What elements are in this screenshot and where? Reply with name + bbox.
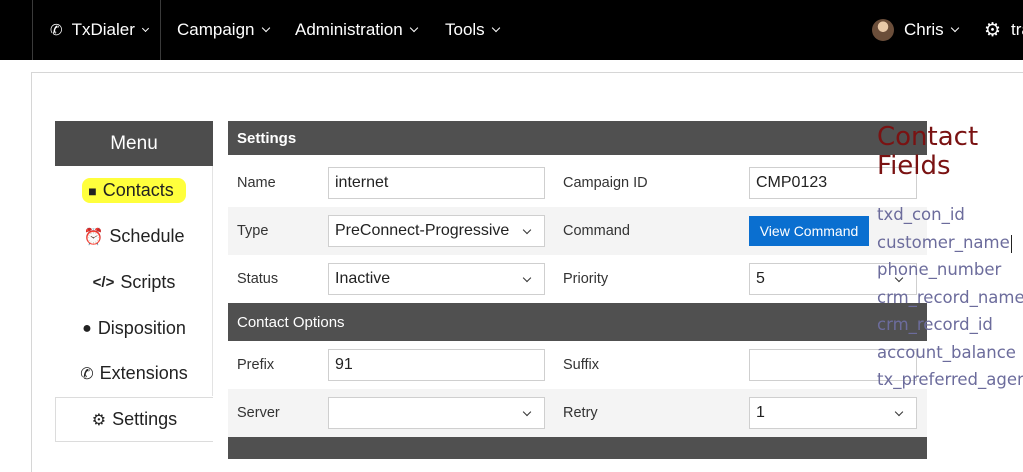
menu-item-disposition[interactable]: ● Disposition	[55, 306, 213, 351]
gear-icon: ⚙	[984, 19, 1002, 41]
highlight-mark: ■ Contacts	[82, 178, 186, 203]
status-label: Status	[237, 271, 279, 287]
menu-item-label: Contacts	[102, 180, 174, 200]
menu-item-contacts[interactable]: ■ Contacts	[55, 168, 213, 213]
user-name: Chris	[904, 20, 944, 39]
nav-brand-menu[interactable]: ✆ TxDialer	[50, 0, 149, 60]
view-command-label: View Command	[759, 223, 859, 239]
next-section-header	[228, 437, 927, 459]
command-label: Command	[563, 223, 630, 239]
status-select[interactable]: Inactive	[328, 263, 545, 295]
contact-field-item[interactable]: crm_record_name	[877, 288, 1023, 307]
suffix-label: Suffix	[563, 357, 600, 373]
name-label: Name	[237, 175, 276, 191]
settings-header: Settings	[228, 121, 927, 155]
retry-select[interactable]: 1	[749, 397, 917, 429]
nav-user-menu[interactable]: Chris	[872, 0, 959, 60]
campaign-id-value: CMP0123	[756, 174, 828, 191]
gear-icon: ⚙	[91, 411, 107, 429]
menu-item-label: Scripts	[120, 272, 176, 292]
contact-fields-title: Contact Fields	[877, 122, 979, 181]
menu-item-extensions[interactable]: ✆ Extensions	[55, 351, 213, 396]
top-navbar: ✆ TxDialer Campaign Administration Tools…	[0, 0, 1023, 60]
nav-settings-menu[interactable]: ⚙ tra	[984, 0, 1023, 60]
chevron-down-icon	[950, 23, 959, 33]
contact-field-item[interactable]: txd_con_id	[877, 205, 965, 224]
nav-tools-menu[interactable]: Tools	[445, 0, 500, 60]
name-value: internet	[335, 174, 389, 191]
menu-item-label: Extensions	[99, 363, 188, 383]
retry-label: Retry	[563, 405, 598, 421]
name-input[interactable]: internet	[328, 167, 545, 199]
view-command-button[interactable]: View Command	[749, 216, 869, 246]
phone-icon: ✆	[80, 365, 94, 383]
contact-field-item[interactable]: account_balance	[877, 343, 1016, 362]
code-icon: </>	[92, 274, 115, 291]
menu-item-scripts[interactable]: </> Scripts	[55, 260, 213, 305]
contact-field-item[interactable]: crm_record_id	[877, 315, 993, 334]
phone-icon: ✆	[50, 22, 63, 39]
server-select[interactable]	[328, 397, 545, 429]
campaign-id-label: Campaign ID	[563, 175, 648, 191]
menu-item-label: Disposition	[97, 318, 186, 338]
user-icon: ■	[88, 182, 97, 199]
menu-item-label: Schedule	[109, 226, 185, 246]
chevron-down-icon	[522, 225, 532, 235]
type-value: PreConnect-Progressive	[335, 222, 510, 239]
administration-label: Administration	[295, 20, 403, 39]
brand-label: TxDialer	[71, 20, 135, 39]
alarm-clock-icon: ⏰	[83, 228, 104, 246]
contact-field-text: customer_name	[877, 233, 1010, 252]
chevron-down-icon	[141, 24, 149, 32]
campaign-label: Campaign	[177, 20, 255, 39]
prefix-label: Prefix	[237, 357, 275, 373]
contact-field-item[interactable]: phone_number	[877, 260, 1001, 279]
chevron-down-icon	[261, 23, 270, 33]
contact-field-item[interactable]: tx_preferred_agent	[877, 370, 1023, 389]
type-select[interactable]: PreConnect-Progressive	[328, 215, 545, 247]
chevron-down-icon	[409, 23, 418, 33]
type-label: Type	[237, 223, 269, 239]
chevron-down-icon	[522, 273, 532, 283]
priority-label: Priority	[563, 271, 609, 287]
contact-field-item[interactable]: customer_name	[877, 233, 1012, 253]
menu-item-schedule[interactable]: ⏰ Schedule	[55, 214, 213, 259]
server-label: Server	[237, 405, 280, 421]
avatar	[872, 19, 894, 41]
nav-divider	[160, 0, 161, 60]
nav-administration-menu[interactable]: Administration	[295, 0, 418, 60]
contact-options-header: Contact Options	[228, 303, 927, 341]
menu-item-label: Settings	[112, 409, 178, 429]
chevron-down-icon	[491, 23, 500, 33]
prefix-input[interactable]: 91	[328, 349, 545, 381]
menu-item-settings[interactable]: ⚙ Settings	[55, 397, 213, 442]
status-value: Inactive	[335, 270, 391, 287]
contact-options-title: Contact Options	[237, 313, 345, 331]
text-cursor	[1010, 234, 1012, 253]
chevron-down-icon	[522, 407, 532, 417]
comment-icon: ●	[82, 319, 92, 337]
retry-value: 1	[756, 404, 765, 421]
settings-nav-label: tra	[1011, 20, 1023, 39]
menu-header: Menu	[55, 121, 213, 166]
priority-value: 5	[756, 270, 765, 287]
settings-title: Settings	[237, 129, 297, 147]
prefix-value: 91	[335, 356, 353, 373]
menu-title: Menu	[110, 132, 158, 154]
chevron-down-icon	[894, 407, 904, 417]
nav-campaign-menu[interactable]: Campaign	[177, 0, 270, 60]
tools-label: Tools	[445, 20, 485, 39]
nav-divider	[32, 0, 33, 60]
